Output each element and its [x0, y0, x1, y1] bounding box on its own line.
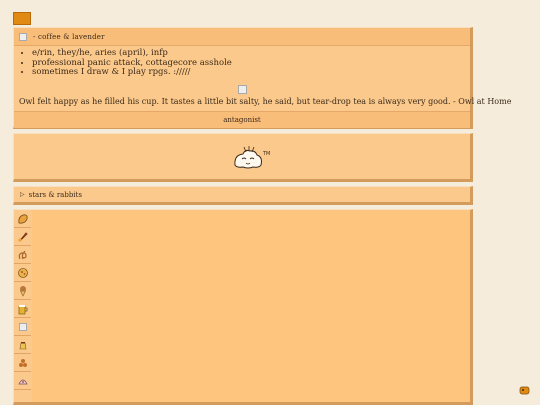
svg-text:TM: TM	[262, 151, 270, 157]
peanuts-icon[interactable]	[14, 354, 31, 372]
pretzel-icon[interactable]	[14, 246, 31, 264]
broken-image-icon	[14, 318, 31, 336]
list-item: sometimes I draw & I play rpgs. ://///	[32, 67, 470, 78]
facts-list: e/rin, they/he, aries (april), infp prof…	[14, 48, 470, 78]
mascot-panel: TM	[13, 133, 473, 182]
broken-image-icon	[237, 84, 247, 94]
details-panel[interactable]: ▷ stars & rabbits	[13, 186, 473, 205]
quote-text: Owl felt happy as he filled his cup. It …	[19, 96, 512, 106]
dumpling-icon[interactable]	[14, 372, 31, 390]
ice-cream-icon[interactable]	[14, 282, 31, 300]
profile-title: - coffee & lavender	[33, 32, 105, 41]
stamp-panel	[13, 209, 473, 405]
profile-header: - coffee & lavender	[14, 28, 470, 46]
corner-tab[interactable]	[13, 12, 31, 25]
broken-image-icon	[19, 32, 27, 41]
bread-icon[interactable]	[14, 210, 31, 228]
ghost-mascot-icon: TM	[234, 146, 270, 169]
icon-column	[14, 210, 32, 390]
triangle-right-icon: ▷	[20, 191, 25, 198]
beer-icon[interactable]	[14, 300, 31, 318]
pudding-icon[interactable]	[14, 336, 31, 354]
details-summary[interactable]: ▷ stars & rabbits	[14, 187, 470, 202]
grid-area	[32, 210, 470, 402]
bird-icon[interactable]	[519, 385, 530, 395]
rocket-icon[interactable]	[14, 228, 31, 246]
antagonist-label: antagonist	[14, 110, 470, 128]
profile-panel: - coffee & lavender e/rin, they/he, arie…	[13, 27, 512, 129]
pizza-icon[interactable]	[14, 264, 31, 282]
details-label: stars & rabbits	[28, 190, 82, 199]
